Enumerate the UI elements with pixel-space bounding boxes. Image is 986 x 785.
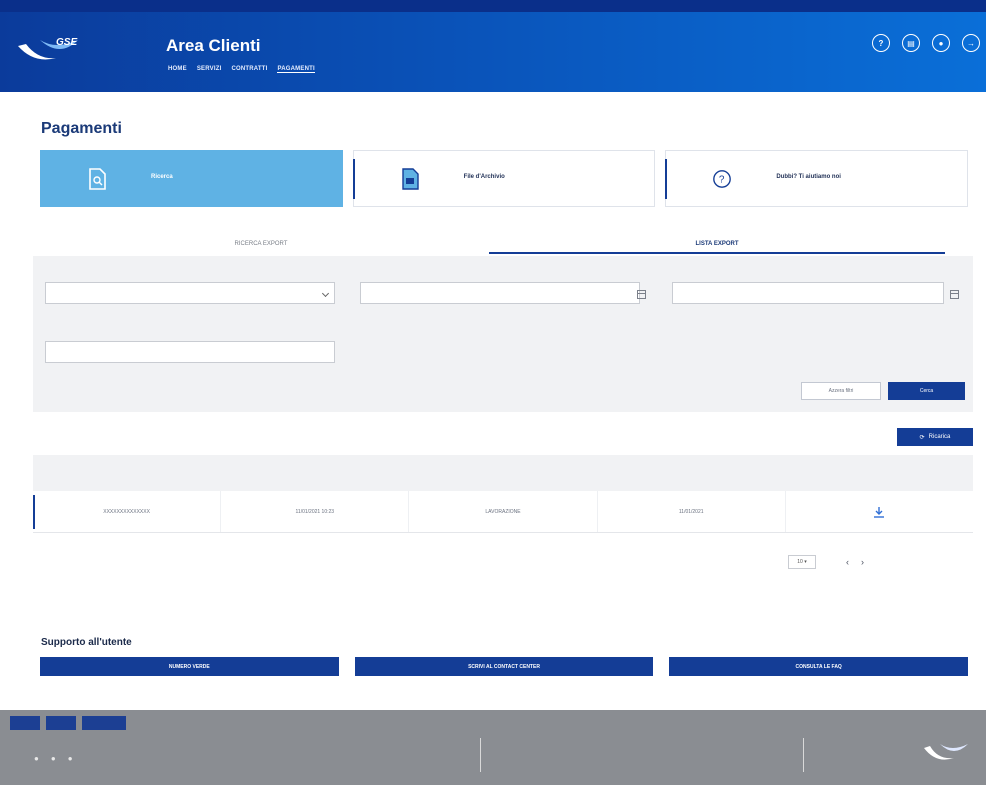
download-icon[interactable] [873,506,885,518]
faq-button[interactable]: CONSULTA LE FAQ [669,657,969,676]
card-label: Ricerca [151,174,173,180]
table-header [33,455,973,491]
refresh-label: Ricarica [928,434,951,440]
cell-status: LAVORAZIONE [409,491,598,532]
app-title: Area Clienti [166,36,261,55]
table-row[interactable]: XXXXXXXXXXXXXX 11/01/2021 10:23 LAVORAZI… [33,491,973,533]
numero-verde-button[interactable]: NUMERO VERDE [40,657,339,676]
tab-bar: RICERCA EXPORT LISTA EXPORT [33,236,945,254]
footer-separator [480,738,481,772]
card-aiuto[interactable]: ? Dubbi? Ti aiutiamo noi [665,150,969,207]
section-cards: Ricerca File d'Archivio ? Dubbi? Ti aiut… [40,150,969,207]
date-from-input[interactable] [360,282,640,304]
footer: ● ● ● [0,710,986,785]
header-actions: ? ▤ ● → [872,34,980,52]
prev-page-icon[interactable]: ‹ [846,557,849,567]
clear-filters-button[interactable]: Azzera filtri [801,382,881,400]
card-label: File d'Archivio [463,174,505,180]
file-search-icon [89,168,106,190]
pagination: 10 ▾ ‹ › [780,555,864,569]
youtube-icon[interactable]: ● [68,754,73,763]
svg-text:GSE: GSE [56,37,77,48]
tab-ricerca-export[interactable]: RICERCA EXPORT [33,236,489,254]
filter-select[interactable] [45,282,335,304]
file-archive-icon [401,168,419,190]
code-input[interactable] [45,341,335,363]
nav-pagamenti[interactable]: PAGAMENTI [277,66,315,73]
contact-center-button[interactable]: SCRIVI AL CONTACT CENTER [354,657,654,676]
nav-servizi[interactable]: SERVIZI [197,66,222,73]
search-button[interactable]: Cerca [888,382,965,400]
footer-badge[interactable] [46,716,76,730]
nav-home[interactable]: HOME [168,66,187,73]
top-strip [0,0,986,12]
twitter-icon[interactable]: ● [51,754,56,763]
page-size-value: 10 [797,559,803,565]
footer-badges [10,716,126,730]
svg-text:?: ? [719,175,725,186]
next-page-icon[interactable]: › [861,557,864,567]
facebook-icon[interactable]: ● [34,754,39,763]
footer-badge[interactable] [10,716,40,730]
main-nav: HOME SERVIZI CONTRATTI PAGAMENTI [168,66,315,73]
calendar-icon[interactable] [637,290,646,299]
documents-icon[interactable]: ▤ [902,34,920,52]
social-links: ● ● ● [34,754,73,763]
card-ricerca[interactable]: Ricerca [40,150,343,207]
filter-panel: Azzera filtri Cerca [33,256,973,412]
cell-date-2: 11/01/2021 [598,491,786,532]
tab-lista-export[interactable]: LISTA EXPORT [489,236,945,254]
nav-contratti[interactable]: CONTRATTI [231,66,267,73]
refresh-button[interactable]: ⟳ Ricarica [897,428,973,446]
profile-icon[interactable]: ● [932,34,950,52]
card-label: Dubbi? Ti aiutiamo noi [776,174,841,180]
card-archivio[interactable]: File d'Archivio [352,150,656,207]
question-icon: ? [713,170,732,188]
support-title: Supporto all'utente [41,637,132,648]
gse-footer-logo[interactable] [922,736,972,766]
help-icon[interactable]: ? [872,34,890,52]
calendar-icon[interactable] [950,290,959,299]
cell-identifier: XXXXXXXXXXXXXX [33,491,222,532]
export-table: XXXXXXXXXXXXXX 11/01/2021 10:23 LAVORAZI… [33,455,973,533]
cell-download [786,491,973,532]
card-accent [665,159,668,199]
footer-badge[interactable] [82,716,126,730]
page-title: Pagamenti [41,120,122,137]
cell-date: 11/01/2021 10:23 [221,491,410,532]
header-bar: GSE Area Clienti HOME SERVIZI CONTRATTI … [0,12,986,92]
date-to-input[interactable] [672,282,944,304]
card-accent [352,159,355,199]
page-size-select[interactable]: 10 ▾ [788,555,816,569]
gse-logo[interactable]: GSE [16,30,86,68]
refresh-icon: ⟳ [919,434,925,441]
logout-icon[interactable]: → [962,34,980,52]
footer-separator [803,738,804,772]
support-buttons: NUMERO VERDE SCRIVI AL CONTACT CENTER CO… [40,657,969,676]
